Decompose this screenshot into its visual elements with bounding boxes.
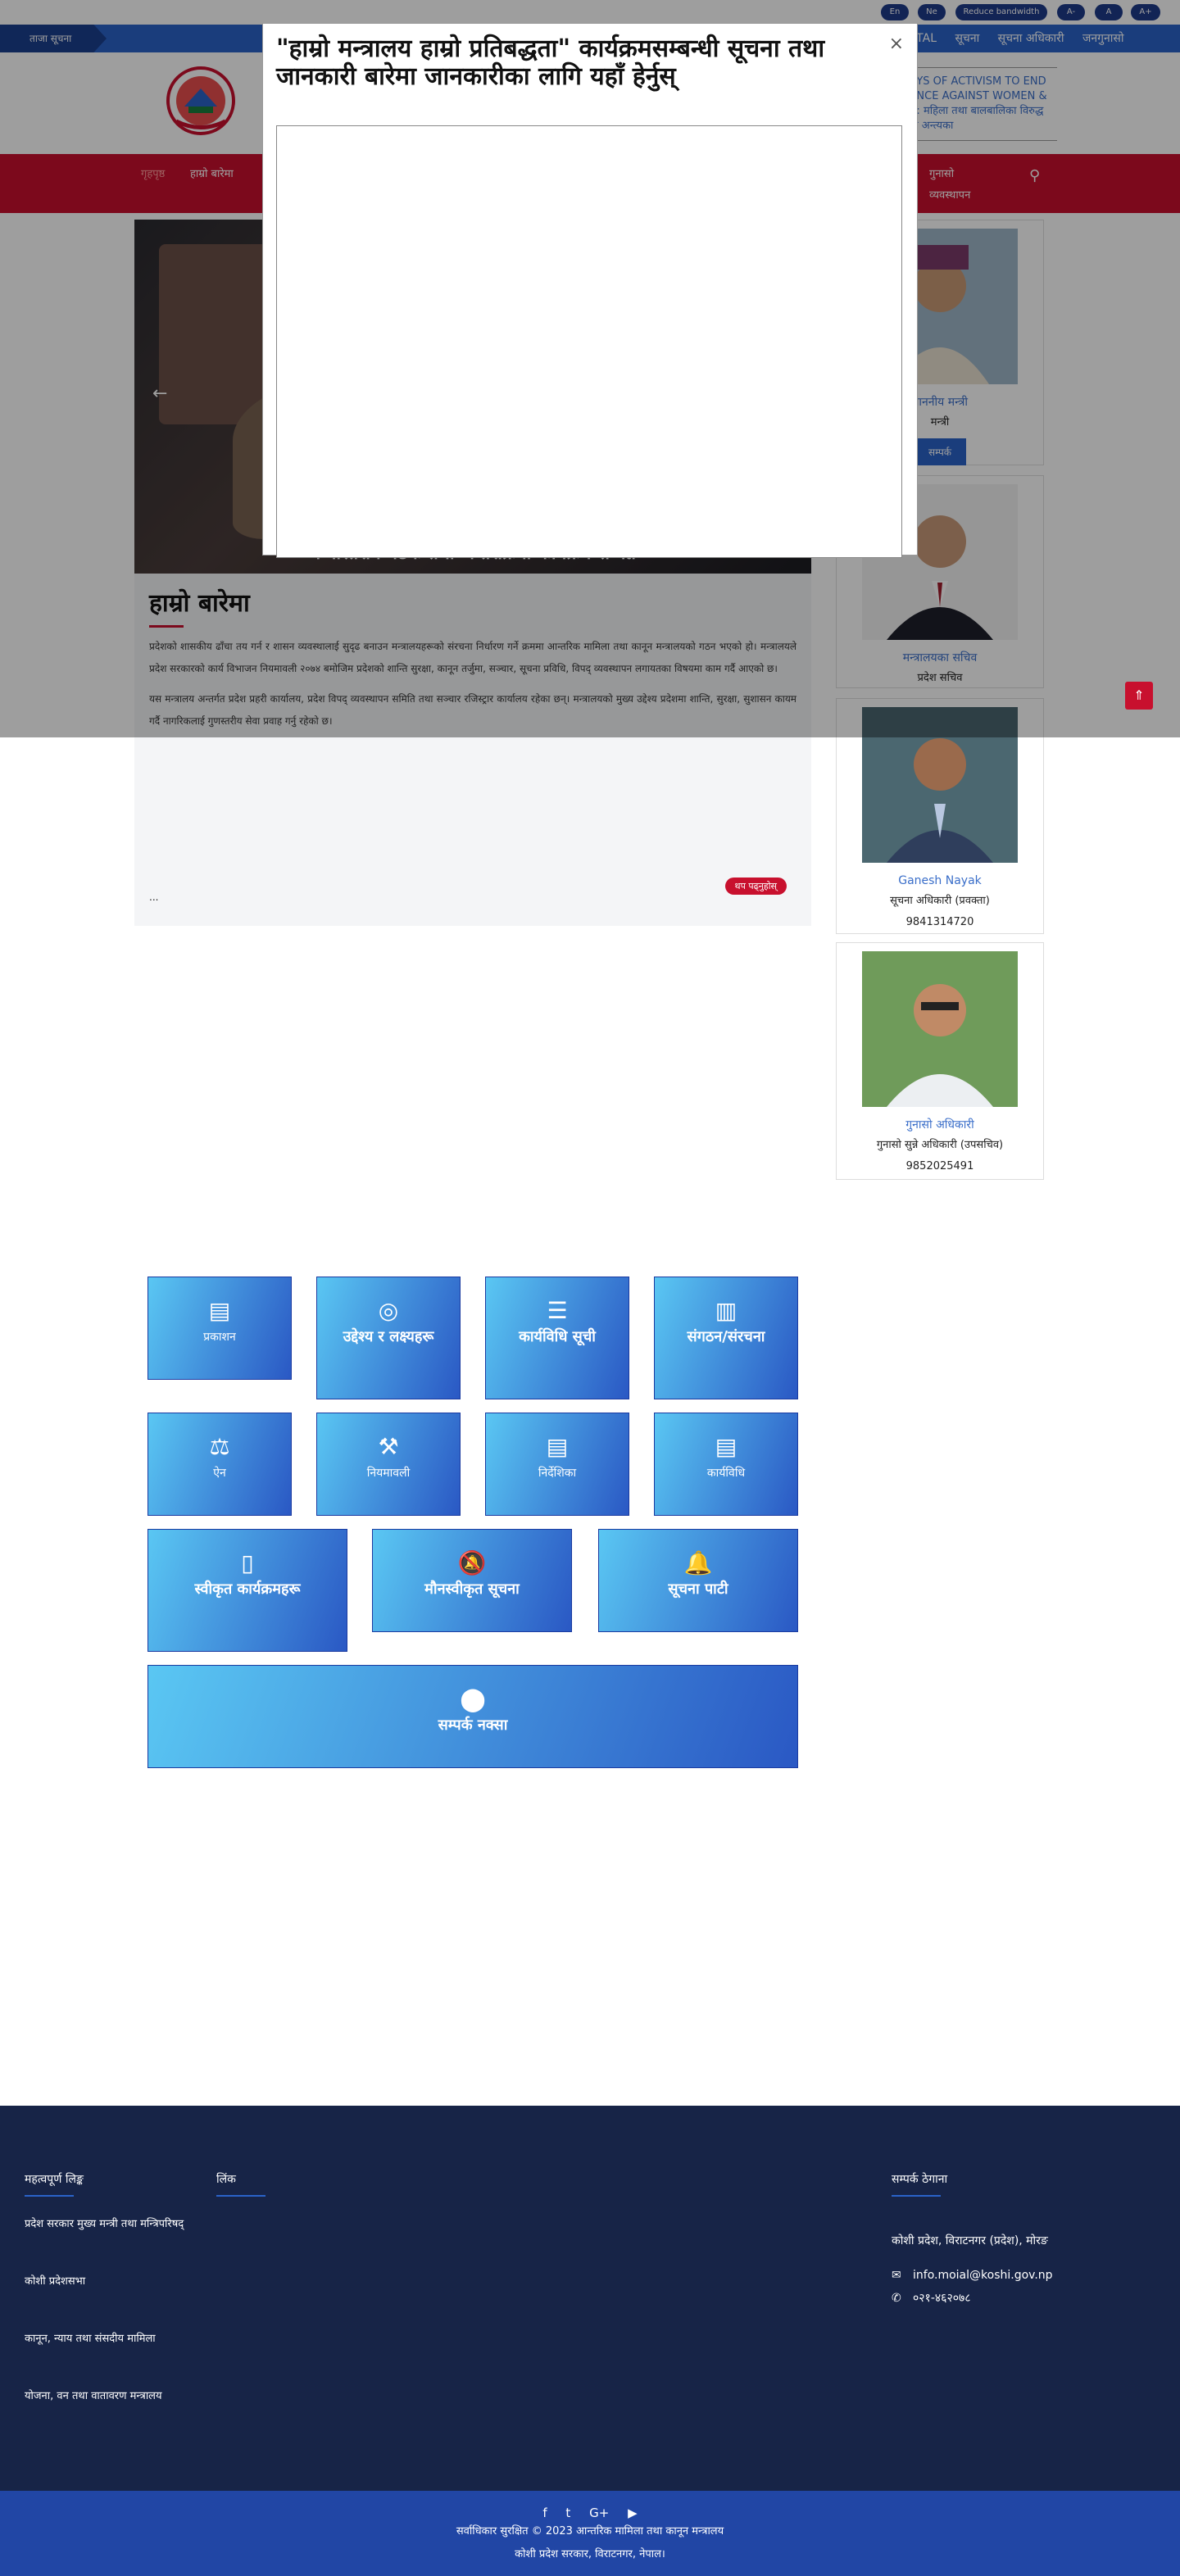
tile-label: निर्देशिका: [538, 1467, 577, 1480]
notice-modal: "हाम्रो मन्त्रालय हाम्रो प्रतिबद्धता" का…: [262, 23, 918, 558]
facebook-icon[interactable]: f: [542, 2506, 547, 2520]
tile-label: स्वीकृत कार्यक्रमहरू: [194, 1581, 301, 1598]
footer-phone: ✆ ०२१-४६२०७८: [892, 2289, 971, 2307]
bell-slash-icon: 🔕: [457, 1549, 487, 1576]
map-pin-icon: ⬤: [460, 1685, 486, 1712]
tile-label: सम्पर्क नक्सा: [438, 1717, 508, 1734]
profile-card: गुनासो अधिकारी गुनासो सुन्ने अधिकारी (उप…: [836, 942, 1044, 1180]
tile-objectives[interactable]: ◎ उद्देश्य र लक्ष्यहरू: [316, 1277, 461, 1399]
footer-address: कोशी प्रदेश, विराटनगर (प्रदेश), मोरङ: [892, 2234, 1048, 2247]
tile-label: उद्देश्य र लक्ष्यहरू: [343, 1328, 434, 1345]
gavel-icon: ⚒: [378, 1433, 399, 1460]
modal-title: "हाम्रो मन्त्रालय हाम्रो प्रतिबद्धता" का…: [276, 34, 825, 91]
footer-contact-title: सम्पर्क ठेगाना: [892, 2171, 947, 2197]
card-name[interactable]: गुनासो अधिकारी: [837, 1115, 1043, 1135]
footer-email-text[interactable]: info.moial@koshi.gov.np: [913, 2269, 1053, 2282]
tile-label: सूचना पाटी: [668, 1581, 728, 1598]
tile-regulation[interactable]: ⚒ नियमावली: [316, 1413, 461, 1516]
bell-icon: 🔔: [683, 1549, 713, 1576]
tile-organization[interactable]: ▥ संगठन/संरचना: [654, 1277, 798, 1399]
footer-link[interactable]: प्रदेश सरकार मुख्य मन्त्री तथा मन्त्रिपर…: [25, 2214, 188, 2235]
card-name[interactable]: Ganesh Nayak: [837, 871, 1043, 891]
card-role: सूचना अधिकारी (प्रवक्ता): [890, 895, 990, 907]
footer-social-icons: f t G+ ▶: [0, 2491, 1180, 2520]
google-plus-icon[interactable]: G+: [589, 2506, 609, 2520]
footer-link[interactable]: कोशी प्रदेशसभा: [25, 2271, 188, 2293]
tile-label: संगठन/संरचना: [687, 1328, 765, 1345]
tile-label: ऐन: [213, 1467, 226, 1480]
book-icon: ▤: [546, 1433, 569, 1460]
tile-procedure[interactable]: ▤ कार्यविधि: [654, 1413, 798, 1516]
close-icon[interactable]: ×: [889, 34, 904, 54]
tile-notice-board[interactable]: 🔔 सूचना पाटी: [598, 1529, 798, 1632]
grievance-officer-photo: [862, 951, 1018, 1107]
tile-procedure-list[interactable]: ☰ कार्यविधि सूची: [485, 1277, 629, 1399]
book-icon: ▤: [715, 1433, 738, 1460]
site-footer: महत्वपूर्ण लिङ्क प्रदेश सरकार मुख्य मन्त…: [0, 2106, 1180, 2491]
sub-footer: f t G+ ▶ सर्वाधिकार सुरक्षित © 2023 आन्त…: [0, 2491, 1180, 2576]
phone-icon: ✆: [892, 2292, 901, 2305]
copyright-text: कोशी प्रदेश सरकार, विराटनगर, नेपाल।: [515, 2548, 665, 2560]
tile-label: नियमावली: [366, 1467, 411, 1480]
youtube-icon[interactable]: ▶: [628, 2506, 638, 2520]
footer-email[interactable]: ✉ info.moial@koshi.gov.np: [892, 2266, 1053, 2284]
book-icon: ▤: [208, 1297, 231, 1324]
card-role: गुनासो सुन्ने अधिकारी (उपसचिव): [876, 1139, 1004, 1151]
target-icon: ◎: [378, 1297, 399, 1324]
tile-act[interactable]: ⚖ ऐन: [148, 1413, 292, 1516]
tile-label: कार्यविधि सूची: [519, 1328, 596, 1345]
footer-links2-title: लिंक: [216, 2171, 266, 2197]
tile-approved-programs[interactable]: ▯ स्वीकृत कार्यक्रमहरू: [148, 1529, 347, 1652]
twitter-icon[interactable]: t: [565, 2506, 570, 2520]
scroll-to-top-icon[interactable]: ⇑: [1125, 682, 1153, 710]
building-icon: ▥: [715, 1297, 738, 1324]
scale-icon: ⚖: [209, 1433, 230, 1460]
tile-silent-notice[interactable]: 🔕 मौनस्वीकृत सूचना: [372, 1529, 572, 1632]
about-ellipsis: ...: [149, 891, 159, 903]
tile-publication[interactable]: ▤ प्रकाशन: [148, 1277, 292, 1380]
modal-content-frame[interactable]: [276, 125, 902, 558]
envelope-icon: ✉: [892, 2269, 901, 2282]
card-phone: 9841314720: [905, 916, 974, 928]
footer-links-title: महत्वपूर्ण लिङ्क: [25, 2171, 84, 2197]
tile-label: मौनस्वीकृत सूचना: [424, 1581, 520, 1598]
read-more-button[interactable]: थप पढ्नुहोस्: [724, 878, 787, 895]
footer-link[interactable]: योजना, वन तथा वातावरण मन्त्रालय: [25, 2386, 188, 2407]
card-phone: 9852025491: [905, 1160, 974, 1172]
document-icon: ▯: [241, 1549, 254, 1576]
list-icon: ☰: [547, 1297, 568, 1324]
footer-phone-text: ०२१-४६२०७८: [913, 2292, 971, 2305]
tile-label: प्रकाशन: [203, 1331, 236, 1344]
copyright-text: सर्वाधिकार सुरक्षित © 2023 आन्तरिक मामिल…: [456, 2525, 724, 2537]
tile-directive[interactable]: ▤ निर्देशिका: [485, 1413, 629, 1516]
footer-link[interactable]: कानून, न्याय तथा संसदीय मामिला: [25, 2329, 188, 2350]
tile-label: कार्यविधि: [706, 1467, 746, 1480]
tile-contact-map[interactable]: ⬤ सम्पर्क नक्सा: [148, 1665, 798, 1768]
